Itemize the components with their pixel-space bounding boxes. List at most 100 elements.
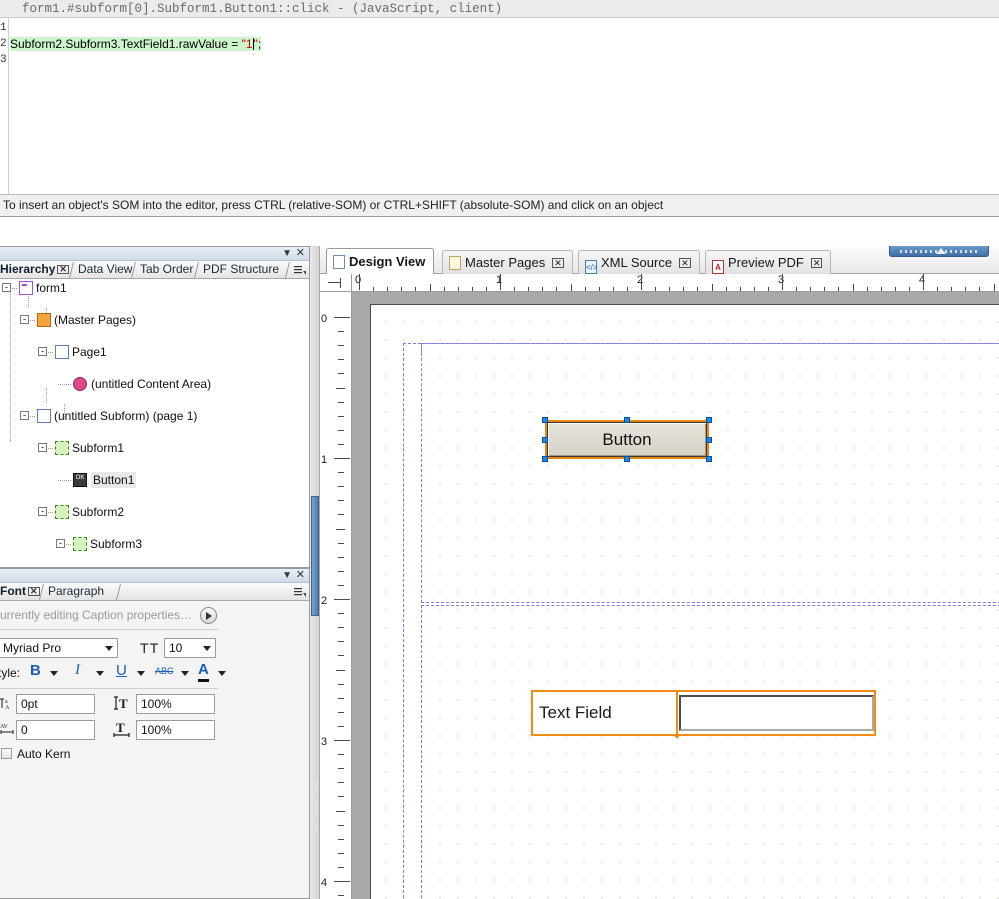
expander-icon[interactable]: - bbox=[20, 315, 29, 324]
pdf-icon: A bbox=[712, 260, 724, 274]
panel-splitter[interactable] bbox=[310, 246, 320, 899]
resize-handle-s[interactable] bbox=[624, 456, 630, 462]
script-editor-body[interactable]: 1 2 3 Subform2.Subform3.TextField1.rawVa… bbox=[0, 18, 999, 216]
tree-node-form1[interactable]: - form1 bbox=[0, 280, 308, 296]
strikethrough-button[interactable]: ABC bbox=[155, 666, 174, 676]
tab-close-icon[interactable]: ✕ bbox=[57, 265, 69, 274]
ruler-tick bbox=[401, 287, 403, 291]
tab-tab-order[interactable]: Tab Order bbox=[136, 261, 197, 279]
tab-master-pages[interactable]: Master Pages ✕ bbox=[442, 250, 573, 274]
panel-menu-icon[interactable] bbox=[294, 587, 306, 597]
design-object-textfield[interactable]: Text Field bbox=[531, 690, 876, 739]
tab-master-pages-label: Master Pages bbox=[465, 255, 546, 270]
font-color-dropdown-icon[interactable] bbox=[218, 671, 226, 676]
font-family-select[interactable]: Myriad Pro bbox=[0, 638, 118, 658]
baseline-shift-input[interactable]: 0pt bbox=[16, 694, 95, 714]
xml-icon: </> bbox=[585, 260, 598, 274]
line-number: 1 bbox=[0, 22, 7, 34]
tab-hierarchy[interactable]: Hierarchy ✕ bbox=[0, 261, 73, 279]
ruler-tick bbox=[514, 287, 516, 291]
tab-close-icon[interactable]: ✕ bbox=[552, 258, 564, 268]
vertical-scale-input[interactable]: 100% bbox=[136, 694, 215, 714]
italic-dropdown-icon[interactable] bbox=[96, 671, 104, 676]
resize-handle-w[interactable] bbox=[542, 437, 548, 443]
resize-handle-se[interactable] bbox=[706, 456, 712, 462]
textfield-value-box[interactable] bbox=[679, 695, 874, 731]
close-icon[interactable]: ✕ bbox=[296, 569, 305, 582]
ruler-tick bbox=[338, 514, 344, 516]
minimize-icon[interactable]: ▼ bbox=[282, 569, 292, 582]
tree-node-page1[interactable]: - Page1 bbox=[0, 344, 308, 360]
resize-handle-sw[interactable] bbox=[542, 456, 548, 462]
minimize-icon[interactable]: ▼ bbox=[282, 247, 292, 260]
ruler-tick bbox=[655, 287, 657, 291]
auto-kern-checkbox[interactable] bbox=[1, 748, 12, 759]
expander-icon[interactable]: - bbox=[2, 283, 11, 292]
ruler-tick bbox=[334, 881, 350, 882]
font-size-select[interactable]: 10 bbox=[164, 638, 216, 658]
tab-font[interactable]: Font ✕ bbox=[0, 583, 44, 601]
panel-menu-icon[interactable] bbox=[294, 265, 306, 275]
code-line[interactable]: Subform2.Subform3.TextField1.rawValue = … bbox=[10, 36, 262, 52]
tab-close-icon[interactable]: ✕ bbox=[810, 258, 823, 268]
hierarchy-panel: ▼ ✕ Hierarchy ✕ Data View Tab Order PDF S… bbox=[0, 246, 310, 568]
hierarchy-tree[interactable]: - form1 - (Master Pages) - Page1 (untitl… bbox=[0, 280, 308, 567]
caption-value-divider[interactable] bbox=[673, 690, 681, 739]
tab-design-view[interactable]: Design View bbox=[326, 248, 435, 274]
page-surface[interactable]: Button Text Field bbox=[370, 304, 999, 899]
ruler-tick bbox=[570, 284, 572, 291]
splitter-thumb[interactable] bbox=[311, 496, 319, 832]
vertical-ruler[interactable]: 0 1 2 3 4 bbox=[320, 292, 352, 899]
expand-properties-icon[interactable] bbox=[200, 607, 217, 624]
close-icon[interactable]: ✕ bbox=[296, 247, 305, 260]
tree-node-button1[interactable]: OK Button1 bbox=[0, 472, 308, 488]
expander-icon[interactable]: - bbox=[38, 507, 47, 516]
panel-collapse-handle[interactable] bbox=[889, 246, 989, 257]
ruler-tick bbox=[336, 810, 345, 812]
resize-handle-ne[interactable] bbox=[706, 417, 712, 423]
underline-button[interactable]: U bbox=[116, 662, 127, 679]
bold-button[interactable]: B bbox=[30, 662, 41, 679]
tree-node-content-area[interactable]: (untitled Content Area) bbox=[0, 376, 308, 392]
tab-paragraph[interactable]: Paragraph bbox=[44, 583, 108, 601]
tab-data-view[interactable]: Data View bbox=[74, 261, 136, 279]
ruler-tick bbox=[359, 274, 360, 290]
design-object-button[interactable]: Button bbox=[542, 417, 712, 462]
tree-node-subform3[interactable]: - Subform3 bbox=[0, 536, 308, 552]
ruler-tick bbox=[338, 711, 344, 713]
tab-preview-pdf[interactable]: A Preview PDF ✕ bbox=[705, 250, 832, 274]
design-canvas[interactable]: Button Text Field bbox=[352, 292, 999, 899]
tab-xml-source[interactable]: </> XML Source ✕ bbox=[578, 250, 700, 274]
resize-handle-e[interactable] bbox=[706, 437, 712, 443]
ruler-tick bbox=[852, 284, 854, 291]
ruler-label-v: 3 bbox=[321, 736, 328, 748]
tree-node-subform2[interactable]: - Subform2 bbox=[0, 504, 308, 520]
underline-dropdown-icon[interactable] bbox=[137, 671, 145, 676]
expander-icon[interactable]: - bbox=[56, 539, 65, 548]
horizontal-scale-input[interactable]: 100% bbox=[136, 720, 215, 740]
strikethrough-dropdown-icon[interactable] bbox=[181, 671, 189, 676]
expander-icon[interactable]: - bbox=[20, 411, 29, 420]
tree-connector bbox=[30, 416, 36, 417]
font-color-button[interactable]: A bbox=[198, 661, 209, 682]
tab-pdf-structure[interactable]: PDF Structure bbox=[199, 261, 283, 279]
chevron-down-icon bbox=[203, 646, 211, 651]
resize-handle-nw[interactable] bbox=[542, 417, 548, 423]
tree-node-master-pages[interactable]: - (Master Pages) bbox=[0, 312, 308, 328]
bold-dropdown-icon[interactable] bbox=[50, 671, 58, 676]
ruler-tick bbox=[338, 697, 344, 699]
italic-button[interactable]: I bbox=[75, 662, 80, 679]
line-number: 3 bbox=[0, 54, 7, 66]
tab-close-icon[interactable]: ✕ bbox=[679, 258, 691, 268]
script-editor-header: form1.#subform[0].Subform1.Button1::clic… bbox=[0, 0, 999, 18]
tree-node-untitled-subform[interactable]: - (untitled Subform) (page 1) bbox=[0, 408, 308, 424]
horizontal-ruler[interactable]: 0 1 2 3 4 bbox=[320, 274, 999, 292]
tab-close-icon[interactable]: ✕ bbox=[28, 587, 40, 596]
tree-node-subform1[interactable]: - Subform1 bbox=[0, 440, 308, 456]
tracking-input[interactable]: 0 bbox=[16, 720, 95, 740]
expander-icon[interactable]: - bbox=[38, 347, 47, 356]
resize-handle-n[interactable] bbox=[624, 417, 630, 423]
ruler-tick bbox=[338, 866, 344, 868]
expander-icon[interactable]: - bbox=[38, 443, 47, 452]
tab-preview-pdf-label: Preview PDF bbox=[728, 255, 804, 270]
